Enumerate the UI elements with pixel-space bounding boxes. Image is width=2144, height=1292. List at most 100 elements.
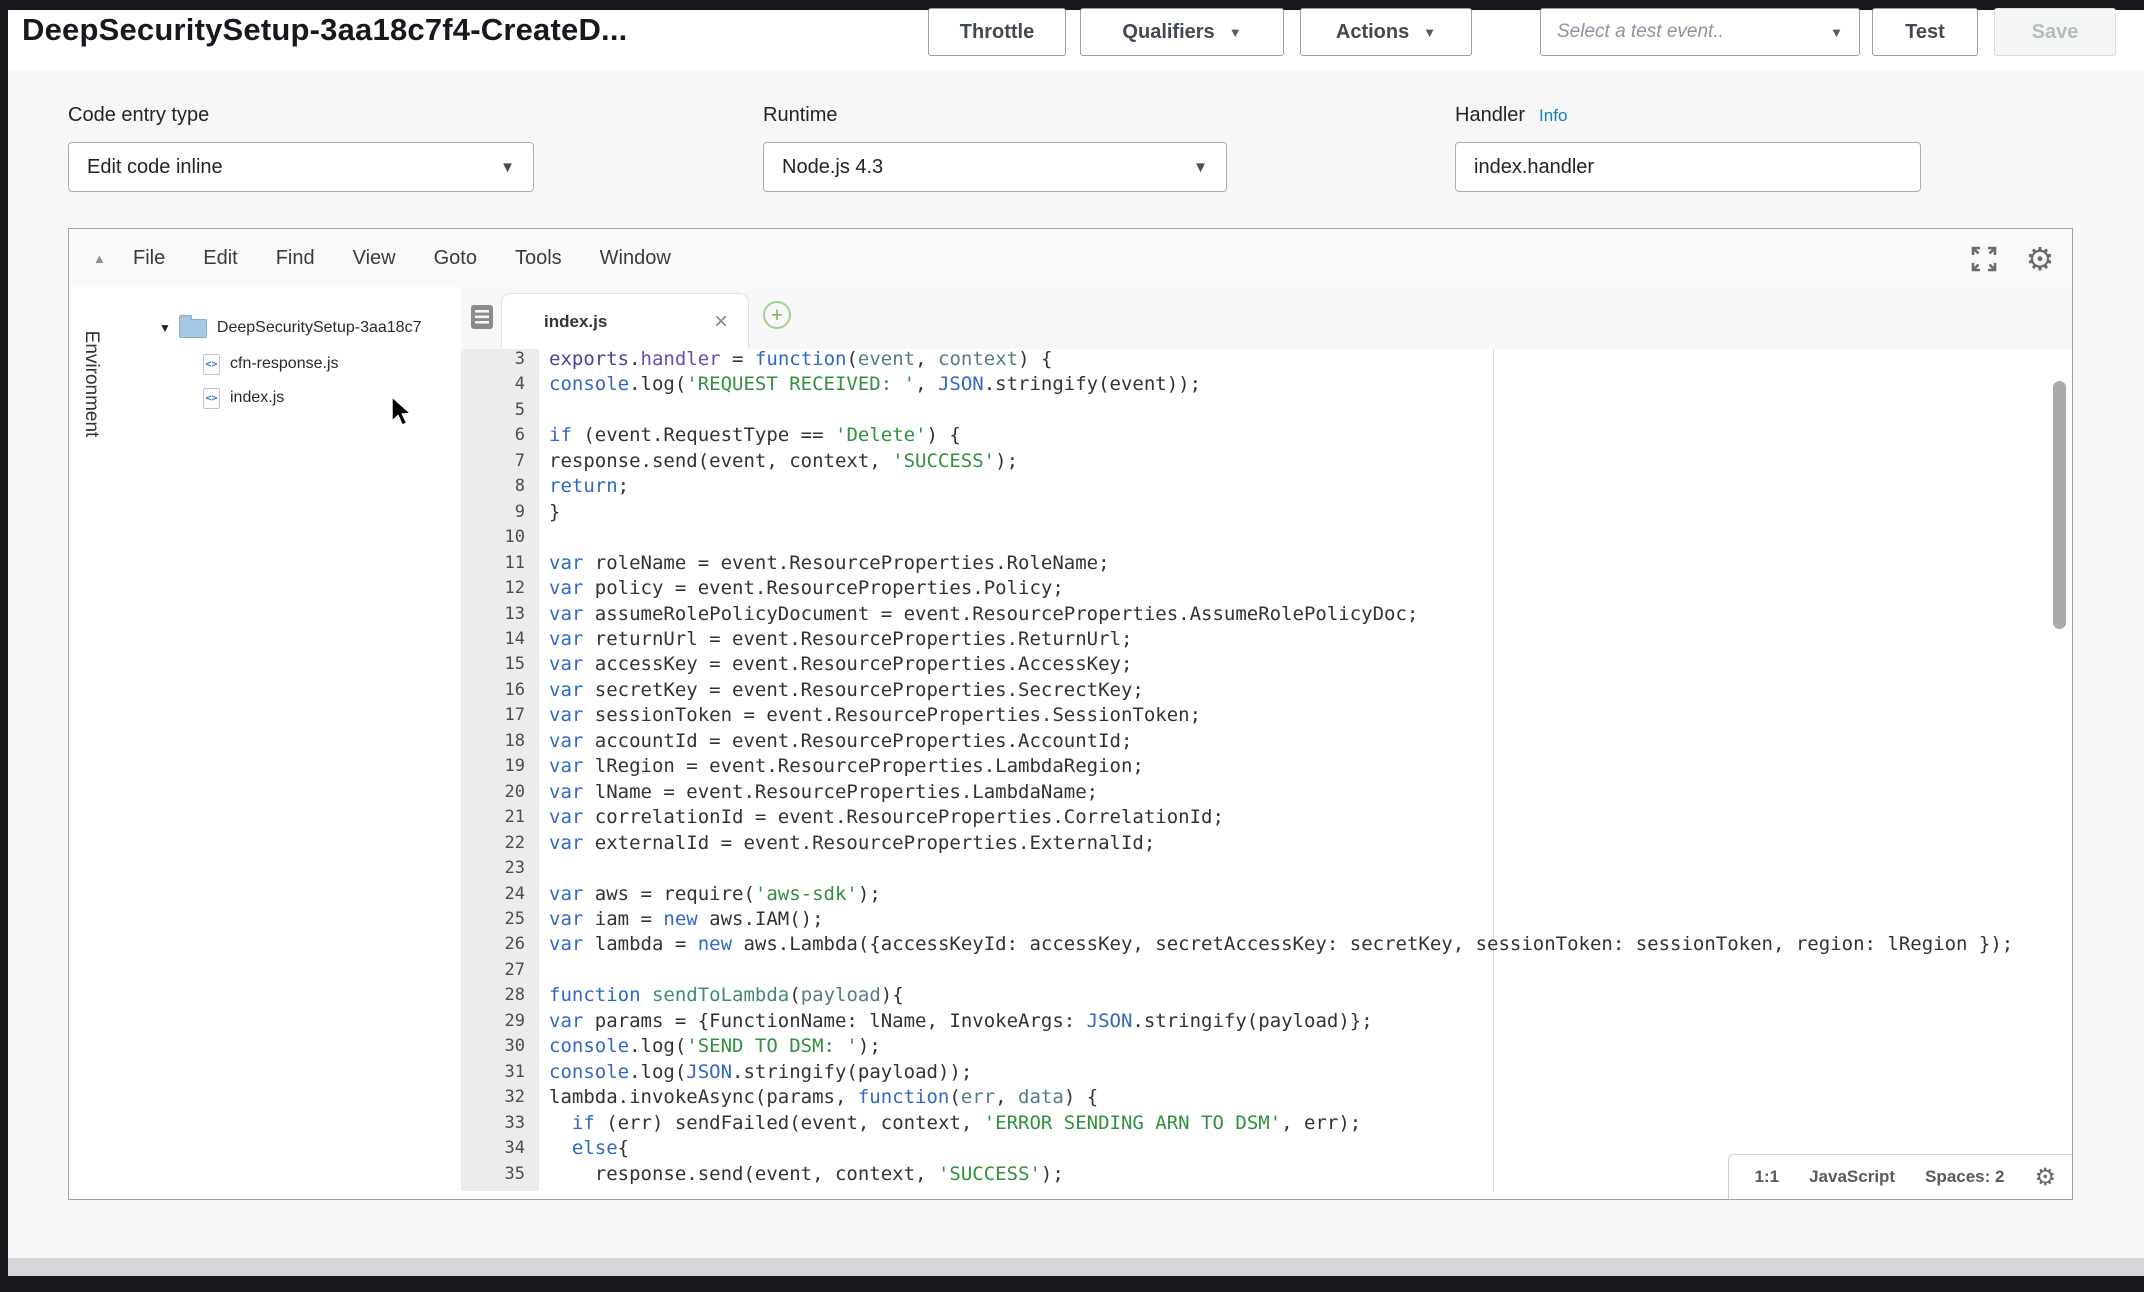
line-number: 22 [505, 831, 525, 856]
line-number: 31 [505, 1060, 525, 1085]
code-token: var [549, 1010, 583, 1032]
editor-scrollbar-thumb[interactable] [2053, 381, 2066, 629]
code-token [641, 984, 652, 1006]
language-mode-status[interactable]: JavaScript [1809, 1167, 1895, 1187]
tree-file-row[interactable]: <> cfn-response.js [203, 349, 339, 379]
environment-tab[interactable]: Environment [80, 304, 102, 464]
new-tab-plus-icon[interactable]: + [763, 301, 791, 329]
menu-file[interactable]: File [133, 247, 165, 270]
code-token: ); [1041, 1163, 1064, 1185]
line-number: 6 [505, 423, 525, 448]
code-token: 'aws-sdk' [755, 883, 858, 905]
qualifiers-button[interactable]: Qualifiers ▼ [1080, 8, 1284, 56]
line-number: 25 [505, 907, 525, 932]
code-lines: exports.handler = function(event, contex… [549, 347, 2013, 1187]
test-button[interactable]: Test [1872, 8, 1978, 56]
save-button[interactable]: Save [1994, 8, 2116, 56]
menu-goto[interactable]: Goto [434, 247, 477, 270]
handler-info-link[interactable]: Info [1539, 106, 1567, 125]
editor-gutter: 3456789101112131415161718192021222324252… [461, 347, 539, 1191]
code-area[interactable]: exports.handler = function(event, contex… [539, 347, 2058, 1191]
editor-statusbar: 1:1 JavaScript Spaces: 2 ⚙ [1728, 1154, 2072, 1199]
line-number: 3 [505, 347, 525, 372]
code-line: var lRegion = event.ResourceProperties.L… [549, 754, 2013, 779]
code-token: console [549, 373, 629, 395]
tree-folder-row[interactable]: ▼ DeepSecuritySetup-3aa18c7 [159, 313, 421, 343]
code-line: var iam = new aws.IAM(); [549, 907, 2013, 932]
line-number: 18 [505, 729, 525, 754]
code-token: var [549, 908, 583, 930]
code-token: ); [858, 1035, 881, 1057]
menu-find[interactable]: Find [276, 247, 315, 270]
code-token: 'SUCCESS' [892, 450, 995, 472]
code-token: , err); [1281, 1112, 1361, 1134]
code-token: new [663, 908, 697, 930]
code-token: function [549, 984, 641, 1006]
editor-settings-gear-icon[interactable]: ⚙ [2023, 243, 2057, 275]
folder-icon [179, 319, 207, 338]
tab-close-icon[interactable]: × [714, 310, 728, 334]
indentation-status[interactable]: Spaces: 2 [1925, 1167, 2004, 1187]
tab-list-icon[interactable] [469, 303, 499, 336]
code-token: (err) sendFailed(event, context, [595, 1112, 984, 1134]
line-number: 28 [505, 983, 525, 1008]
chevron-down-icon: ▼ [1830, 25, 1843, 40]
code-token: return [549, 475, 618, 497]
menu-edit[interactable]: Edit [203, 247, 237, 270]
code-token: policy = event.ResourceProperties.Policy… [583, 577, 1063, 599]
test-event-select[interactable]: Select a test event.. ▼ [1540, 8, 1860, 56]
line-number: 26 [505, 932, 525, 957]
code-token: .stringify(payload)); [732, 1061, 972, 1083]
line-number: 16 [505, 678, 525, 703]
code-line [549, 958, 2013, 983]
code-token: var [549, 653, 583, 675]
code-line: var correlationId = event.ResourceProper… [549, 805, 2013, 830]
statusbar-gear-icon[interactable]: ⚙ [2034, 1165, 2056, 1189]
code-token: sendToLambda [652, 984, 789, 1006]
code-line: var params = {FunctionName: lName, Invok… [549, 1009, 2013, 1034]
test-button-label: Test [1905, 21, 1945, 44]
cursor-position-status[interactable]: 1:1 [1755, 1167, 1780, 1187]
code-line [549, 856, 2013, 881]
code-line: } [549, 500, 2013, 525]
code-entry-type-select[interactable]: Edit code inline ▼ [68, 142, 534, 192]
line-number: 35 [505, 1162, 525, 1187]
line-number: 19 [505, 754, 525, 779]
code-token: if [572, 1112, 595, 1134]
folder-caret-icon: ▼ [159, 321, 171, 335]
code-token: ); [995, 450, 1018, 472]
code-token: } [549, 501, 560, 523]
code-line: if (err) sendFailed(event, context, 'ERR… [549, 1111, 2013, 1136]
menu-view[interactable]: View [353, 247, 396, 270]
throttle-button-label: Throttle [960, 21, 1034, 44]
actions-button[interactable]: Actions ▼ [1300, 8, 1472, 56]
throttle-button[interactable]: Throttle [928, 8, 1066, 56]
code-token: data [1018, 1086, 1064, 1108]
tree-file-row[interactable]: <> index.js [203, 383, 284, 413]
line-number: 15 [505, 652, 525, 677]
line-number: 9 [505, 500, 525, 525]
line-number: 5 [505, 398, 525, 423]
code-token: var [549, 781, 583, 803]
code-token: , [915, 373, 938, 395]
editor-menu: File Edit Find View Goto Tools Window [133, 229, 671, 287]
code-token: .log( [629, 1035, 686, 1057]
code-token: = [721, 348, 755, 370]
menu-tools[interactable]: Tools [515, 247, 562, 270]
collapse-panel-icon[interactable]: ▲ [93, 251, 106, 266]
tab-index-js[interactable]: index.js × [501, 293, 749, 349]
editor-tabbar: index.js × + [461, 287, 2072, 349]
menu-window[interactable]: Window [600, 247, 671, 270]
handler-input[interactable]: index.handler [1455, 142, 1921, 192]
code-token: (event.RequestType == [572, 424, 835, 446]
tree-file-label: index.js [230, 389, 284, 407]
code-line: console.log(JSON.stringify(payload)); [549, 1060, 2013, 1085]
line-number: 21 [505, 805, 525, 830]
code-token: JSON [938, 373, 984, 395]
runtime-select[interactable]: Node.js 4.3 ▼ [763, 142, 1227, 192]
editor-menubar: ▲ File Edit Find View Goto Tools Window [69, 229, 2072, 288]
code-token [549, 1112, 572, 1134]
fullscreen-expand-icon[interactable] [1967, 243, 2001, 275]
code-token: aws.Lambda({accessKeyId: accessKey, secr… [732, 933, 2013, 955]
code-token: ){ [881, 984, 904, 1006]
